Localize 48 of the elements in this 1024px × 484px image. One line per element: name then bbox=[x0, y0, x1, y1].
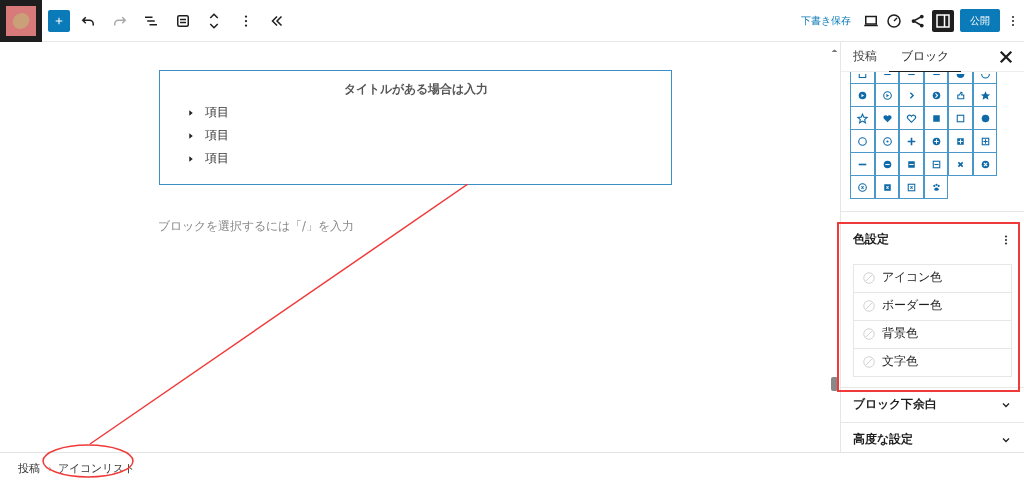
icon-list-block[interactable]: タイトルがある場合は入力 項目 項目 項目 bbox=[159, 70, 672, 185]
triangle-bullet-icon bbox=[187, 108, 195, 117]
block-placeholder[interactable]: ブロックを選択するには「/」を入力 bbox=[158, 218, 354, 236]
color-option-label: 背景色 bbox=[882, 325, 918, 343]
list-item-text: 項目 bbox=[205, 126, 229, 144]
no-color-swatch-icon bbox=[862, 271, 876, 285]
panel-title[interactable]: 色設定 bbox=[853, 230, 889, 249]
save-draft-link[interactable]: 下書き保存 bbox=[800, 13, 851, 28]
star-icon bbox=[978, 88, 992, 102]
dot-circle-icon bbox=[880, 134, 894, 148]
icon-option[interactable] bbox=[923, 71, 949, 85]
scrollbar-thumb[interactable] bbox=[831, 376, 838, 391]
list-item-text: 項目 bbox=[205, 149, 229, 167]
color-option[interactable]: 文字色 bbox=[854, 348, 1011, 377]
color-option-label: 文字色 bbox=[882, 353, 918, 371]
color-option-label: ボーダー色 bbox=[882, 297, 942, 315]
triangle-bullet-icon bbox=[187, 154, 195, 163]
no-color-swatch-icon bbox=[862, 355, 876, 369]
list-item-text: 項目 bbox=[205, 103, 229, 121]
settings-toggle-button[interactable] bbox=[932, 9, 955, 32]
sidebar-icon bbox=[934, 11, 953, 30]
panel-title[interactable]: ブロック下余白 bbox=[853, 395, 937, 414]
triangle-bullet-icon bbox=[187, 131, 195, 140]
publish-button[interactable]: 公開 bbox=[959, 9, 1000, 32]
color-option-label: アイコン色 bbox=[882, 269, 942, 287]
color-option[interactable]: アイコン色 bbox=[854, 264, 1011, 293]
sidebar-tab[interactable]: 投稿 bbox=[841, 41, 889, 72]
no-color-swatch-icon bbox=[862, 299, 876, 313]
icon-option[interactable] bbox=[874, 71, 900, 85]
color-option[interactable]: 背景色 bbox=[854, 320, 1011, 349]
sidebar-tab[interactable]: ブロック bbox=[889, 41, 961, 72]
heart-icon bbox=[905, 111, 918, 125]
panel-title[interactable]: 高度な設定 bbox=[853, 430, 913, 449]
breadcrumb-link[interactable]: 投稿 bbox=[18, 460, 46, 477]
close-circle-icon bbox=[856, 180, 869, 194]
chevron-right-icon bbox=[46, 464, 54, 473]
logo bbox=[6, 5, 36, 36]
play-circle-icon bbox=[880, 88, 894, 102]
clock-icon[interactable] bbox=[885, 11, 904, 30]
circle-icon bbox=[856, 134, 869, 148]
icon-option[interactable] bbox=[899, 71, 924, 85]
no-color-swatch-icon bbox=[862, 327, 876, 341]
color-option[interactable]: ボーダー色 bbox=[854, 292, 1011, 321]
add-block-button[interactable] bbox=[47, 9, 70, 32]
site-logo-button[interactable] bbox=[0, 0, 42, 42]
star-icon bbox=[856, 111, 869, 125]
block-title: タイトルがある場合は入力 bbox=[343, 81, 488, 98]
icon-option[interactable] bbox=[948, 71, 973, 85]
